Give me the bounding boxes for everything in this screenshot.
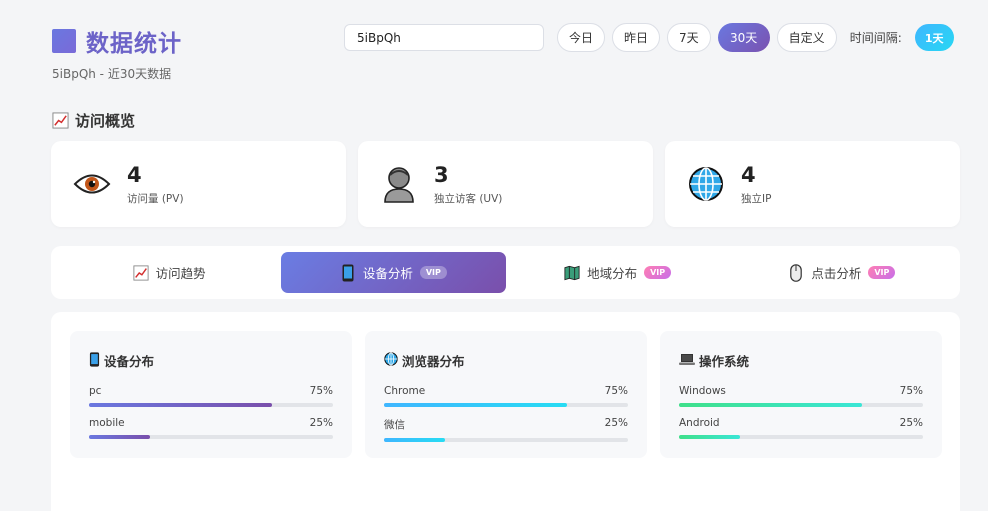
stat-label-uv: 独立访客 (UV) [434,192,503,205]
progress-bar [384,438,628,442]
vip-badge: VIP [419,266,447,279]
row-name: mobile [89,417,125,429]
person-icon [380,165,418,203]
stat-card-ip: 4 独立IP [665,141,960,227]
stat-card-pv: 4 访问量 (PV) [51,141,346,227]
panel-title: 设备分布 [89,351,333,370]
vip-badge: VIP [868,266,896,279]
distribution-panels: 设备分布 pc 75% mobile 25% 浏览器分布 Chrome 75% 微信 [70,331,942,458]
range-button-today[interactable]: 今日 [557,23,606,52]
phone-icon [89,351,100,370]
stat-card-uv: 3 独立访客 (UV) [358,141,653,227]
list-item: Windows 75% [679,385,923,407]
range-button-custom[interactable]: 自定义 [776,23,837,52]
analysis-tabs: 访问趋势 设备分析 VIP 地域分布 VIP 点击分析 VIP [51,246,960,299]
progress-fill [384,403,567,407]
vip-badge: VIP [644,266,672,279]
tab-click-label: 点击分析 [811,266,862,281]
page-title: 数据统计 [86,31,182,57]
panel-title-text: 设备分布 [104,354,155,369]
progress-fill [89,403,272,407]
panel-browser: 浏览器分布 Chrome 75% 微信 25% [365,331,647,458]
page-subtitle: 5iBpQh - 近30天数据 [52,67,172,81]
list-item: pc 75% [89,385,333,407]
panel-os: 操作系统 Windows 75% Android 25% [660,331,942,458]
row-pct: 75% [604,385,628,397]
tab-region-label: 地域分布 [587,266,638,281]
panel-title: 浏览器分布 [384,351,628,370]
progress-bar [89,435,333,439]
list-item: Chrome 75% [384,385,628,407]
filter-controls: 今日 昨日 7天 30天 自定义 时间间隔: 1天 [344,23,954,52]
progress-bar [679,435,923,439]
tab-trend-label: 访问趋势 [155,266,206,281]
eye-icon [73,165,111,203]
laptop-icon [679,353,695,369]
stat-value-ip: 4 [741,162,756,187]
list-item: 微信 25% [384,417,628,442]
list-item: mobile 25% [89,417,333,439]
progress-fill [384,438,445,442]
progress-fill [89,435,150,439]
progress-bar [384,403,628,407]
progress-fill [679,435,740,439]
stat-value-uv: 3 [434,162,449,187]
stat-cards: 4 访问量 (PV) 3 独立访客 (UV) 4 独立IP [51,141,960,227]
row-pct: 25% [309,417,333,429]
row-name: Chrome [384,385,426,397]
tab-region[interactable]: 地域分布 VIP [506,252,730,293]
map-icon [564,265,580,281]
stat-value-pv: 4 [127,162,142,187]
overview-heading-text: 访问概览 [75,112,136,130]
row-name: 微信 [384,419,405,431]
progress-bar [89,403,333,407]
globe-icon [384,352,398,369]
row-pct: 75% [309,385,333,397]
tab-device-label: 设备分析 [362,266,413,281]
range-button-7days[interactable]: 7天 [667,23,711,52]
row-name: Windows [679,385,726,397]
mouse-icon [788,263,804,282]
overview-heading: 访问概览 [52,110,135,131]
tab-trend[interactable]: 访问趋势 [57,252,281,293]
progress-bar [679,403,923,407]
title-icon [52,29,76,53]
panel-title: 操作系统 [679,351,923,370]
search-input[interactable] [344,24,544,51]
phone-icon [340,264,356,281]
row-pct: 75% [899,385,923,397]
progress-fill [679,403,862,407]
interval-button[interactable]: 1天 [914,24,954,51]
panel-title-text: 操作系统 [699,354,750,369]
stat-label-ip: 独立IP [741,192,772,205]
panel-device: 设备分布 pc 75% mobile 25% [70,331,352,458]
chart-icon [52,112,69,129]
row-name: Android [679,417,720,429]
interval-label: 时间间隔: [849,31,902,45]
globe-icon [687,165,725,203]
list-item: Android 25% [679,417,923,439]
tab-click[interactable]: 点击分析 VIP [730,252,954,293]
row-name: pc [89,385,102,397]
chart-icon [133,264,149,281]
range-button-yesterday[interactable]: 昨日 [612,23,661,52]
row-pct: 25% [604,417,628,429]
tab-device[interactable]: 设备分析 VIP [281,252,506,293]
row-pct: 25% [899,417,923,429]
content-area: 设备分布 pc 75% mobile 25% 浏览器分布 Chrome 75% 微信 [51,312,960,511]
panel-title-text: 浏览器分布 [402,354,465,369]
stat-label-pv: 访问量 (PV) [127,192,184,205]
range-button-30days[interactable]: 30天 [717,23,770,52]
